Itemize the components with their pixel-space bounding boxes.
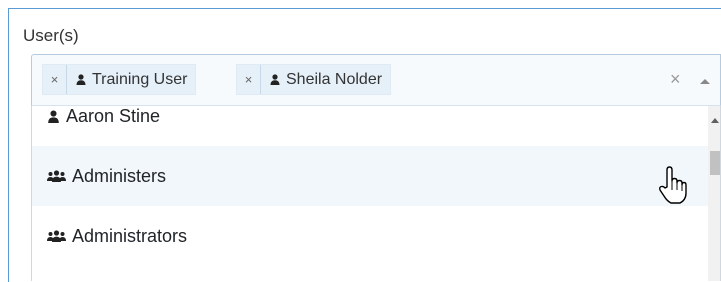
group-icon: [47, 230, 66, 242]
option-label: Aaron Stine: [66, 106, 161, 126]
user-icon: [47, 109, 60, 123]
field-label: User(s): [23, 26, 79, 45]
option-label: Administrators: [72, 225, 188, 246]
user-icon: [76, 74, 86, 85]
option-administrators[interactable]: Administrators: [32, 206, 708, 266]
options-dropdown: Aaron Stine Administers Administrators: [31, 106, 721, 281]
clear-selection-button[interactable]: ×: [670, 69, 681, 90]
user-multiselect[interactable]: × Training User × Sheila Nolder ×: [31, 54, 721, 106]
remove-tag-button[interactable]: ×: [237, 65, 261, 94]
option-label: Administers: [72, 165, 167, 186]
selected-tag-training-user: × Training User: [42, 64, 197, 95]
user-icon: [270, 74, 280, 85]
scroll-thumb[interactable]: [710, 151, 720, 175]
tag-label: Training User: [92, 70, 188, 88]
dropdown-scrollbar[interactable]: [708, 106, 720, 281]
scroll-up-arrow-icon[interactable]: [711, 118, 719, 123]
selected-tag-sheila-nolder: × Sheila Nolder: [236, 64, 392, 95]
caret-up-icon[interactable]: [700, 79, 710, 84]
remove-tag-button[interactable]: ×: [43, 65, 67, 94]
option-administers[interactable]: Administers: [32, 146, 708, 206]
tag-label: Sheila Nolder: [286, 70, 383, 88]
group-icon: [47, 170, 66, 182]
option-aaron-stine[interactable]: Aaron Stine: [32, 106, 708, 146]
